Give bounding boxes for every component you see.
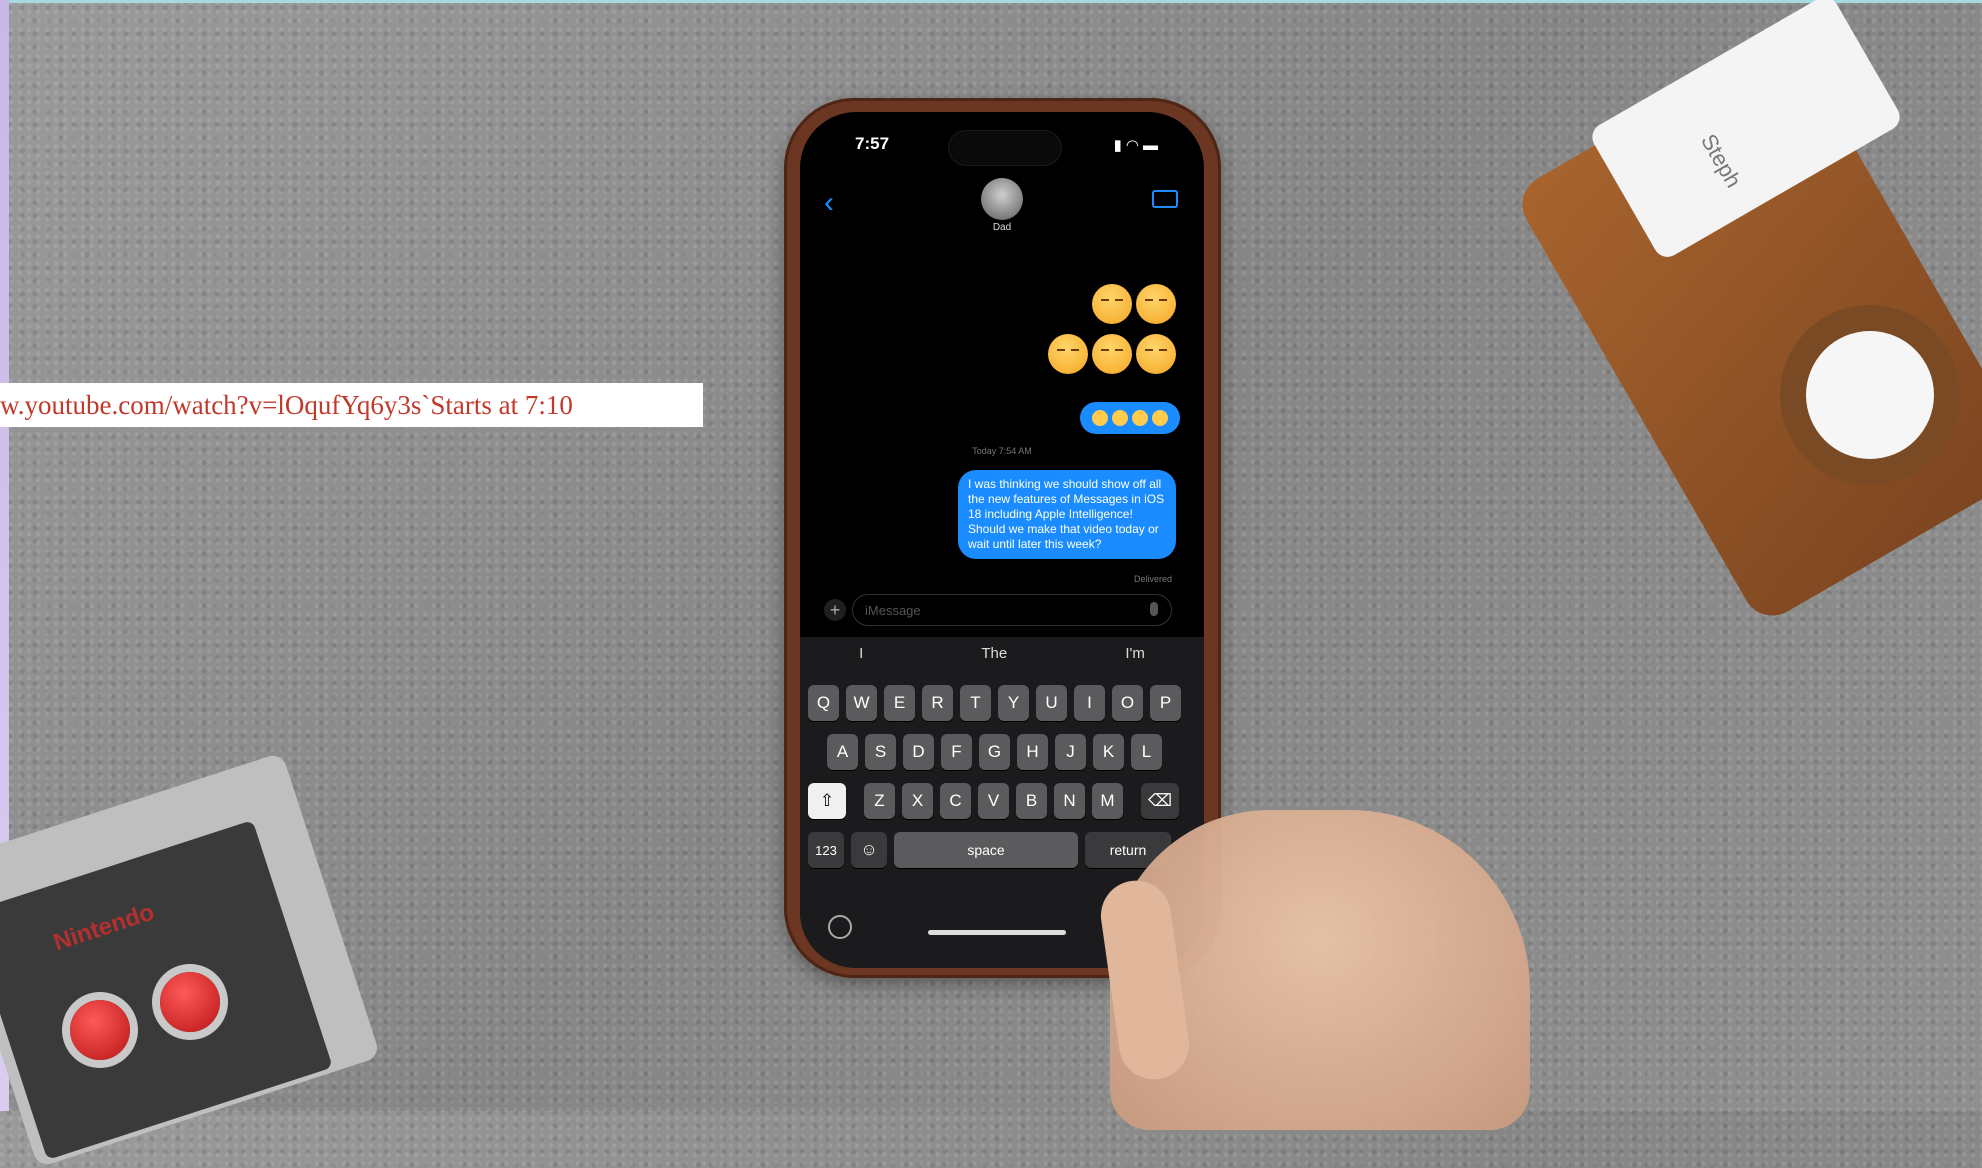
unamused-emoji-icon (1092, 334, 1132, 374)
key-d[interactable]: D (903, 734, 934, 770)
key-g[interactable]: G (979, 734, 1010, 770)
emoji-icon[interactable]: ☺ (851, 832, 887, 868)
emoji-icon (1092, 410, 1108, 426)
key-x[interactable]: X (902, 783, 933, 819)
key-b[interactable]: B (1016, 783, 1047, 819)
key-l[interactable]: L (1131, 734, 1162, 770)
space-key[interactable]: space (894, 832, 1078, 868)
controller-a-button (160, 972, 220, 1032)
status-icons: ▮◠▬ (1114, 136, 1162, 154)
key-r[interactable]: R (922, 685, 953, 721)
unamused-emoji-icon (1048, 334, 1088, 374)
emoji-bubble[interactable] (1080, 402, 1180, 434)
key-q[interactable]: Q (808, 685, 839, 721)
back-chevron-icon[interactable]: ‹ (824, 186, 834, 220)
sent-message-bubble[interactable]: I was thinking we should show off all th… (958, 470, 1176, 559)
emoji-icon (1132, 410, 1148, 426)
key-v[interactable]: V (978, 783, 1009, 819)
dynamic-island (948, 130, 1062, 166)
phone-screen: 7:57 ▮◠▬ ‹ Dad Today 7:54 AM I was think… (800, 112, 1204, 968)
unamused-emoji-icon (1092, 284, 1132, 324)
battery-icon: ▬ (1143, 137, 1162, 154)
key-e[interactable]: E (884, 685, 915, 721)
unamused-emoji-icon (1136, 334, 1176, 374)
numbers-key[interactable]: 123 (808, 832, 844, 868)
key-n[interactable]: N (1054, 783, 1085, 819)
plus-icon[interactable]: + (824, 599, 846, 621)
delete-icon[interactable]: ⌫ (1141, 783, 1179, 819)
key-p[interactable]: P (1150, 685, 1181, 721)
message-timestamp: Today 7:54 AM (972, 446, 1032, 456)
key-row-1: Q W E R T Y U I O P (808, 685, 1181, 721)
avatar[interactable] (981, 178, 1023, 220)
key-c[interactable]: C (940, 783, 971, 819)
signal-icon: ▮ (1113, 137, 1126, 154)
key-a[interactable]: A (827, 734, 858, 770)
mic-icon[interactable] (1150, 602, 1158, 616)
delivered-label: Delivered (1133, 574, 1172, 584)
key-y[interactable]: Y (998, 685, 1029, 721)
shift-icon[interactable]: ⇧ (808, 783, 846, 819)
emoji-icon (1112, 410, 1128, 426)
key-h[interactable]: H (1017, 734, 1048, 770)
video-call-icon[interactable] (1152, 190, 1178, 208)
airtag (1806, 331, 1934, 459)
key-spacer (853, 783, 857, 819)
emoji-icon (1152, 410, 1168, 426)
url-banner: w.youtube.com/watch?v=lOqufYq6y3s`Starts… (0, 383, 703, 427)
key-row-2: A S D F G H J K L (827, 734, 1162, 770)
key-w[interactable]: W (846, 685, 877, 721)
suggestion-item[interactable]: I'm (1125, 645, 1145, 673)
wifi-icon: ◠ (1125, 137, 1143, 154)
controller-b-button (70, 1000, 130, 1060)
suggestion-item[interactable]: I (859, 645, 863, 673)
key-m[interactable]: M (1092, 783, 1123, 819)
suggestion-item[interactable]: The (981, 645, 1007, 673)
key-i[interactable]: I (1074, 685, 1105, 721)
key-k[interactable]: K (1093, 734, 1124, 770)
suggestion-bar: I The I'm (800, 645, 1204, 673)
key-t[interactable]: T (960, 685, 991, 721)
key-f[interactable]: F (941, 734, 972, 770)
emoji-message-row-2[interactable] (1048, 334, 1176, 374)
contact-name[interactable]: Dad (981, 222, 1023, 233)
status-time: 7:57 (855, 134, 890, 153)
key-row-3: ⇧ Z X C V B N M ⌫ (808, 783, 1179, 819)
key-j[interactable]: J (1055, 734, 1086, 770)
globe-icon[interactable] (828, 915, 852, 939)
emoji-message-row-1[interactable] (1092, 284, 1176, 324)
key-o[interactable]: O (1112, 685, 1143, 721)
key-spacer (1130, 783, 1134, 819)
top-edge (0, 0, 1982, 3)
key-s[interactable]: S (865, 734, 896, 770)
home-indicator[interactable] (928, 930, 1066, 935)
key-z[interactable]: Z (864, 783, 895, 819)
status-bar: 7:57 ▮◠▬ (800, 130, 1204, 166)
message-input[interactable]: iMessage (852, 594, 1172, 626)
key-u[interactable]: U (1036, 685, 1067, 721)
key-row-4: 123 ☺ space return (808, 832, 1171, 868)
unamused-emoji-icon (1136, 284, 1176, 324)
